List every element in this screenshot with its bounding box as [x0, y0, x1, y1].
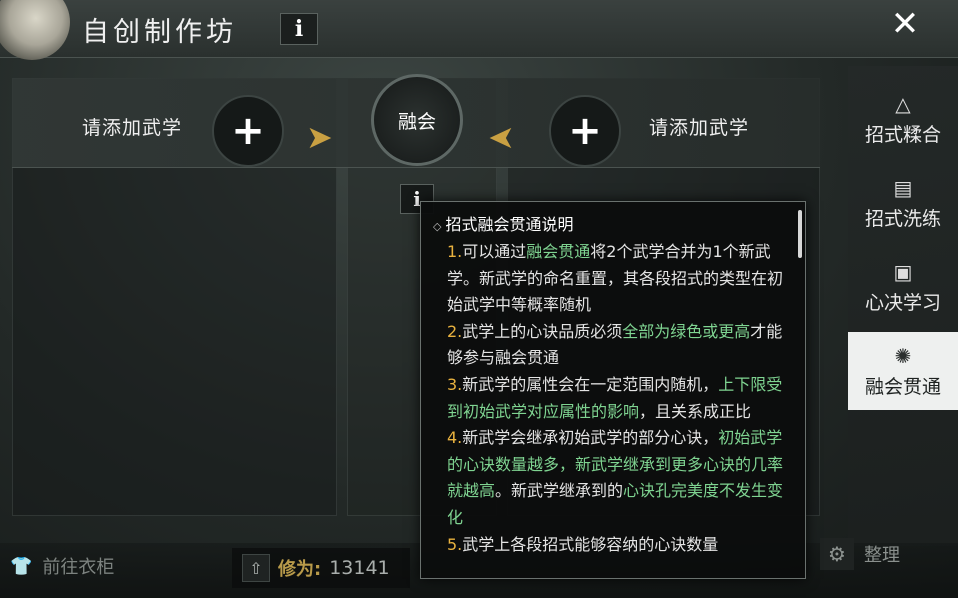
tooltip-paragraph: 1.可以通过融会贯通将2个武学合并为1个新武学。新武学的命名重置，其各段招式的类…: [433, 239, 787, 319]
scroll-add-icon: ▣: [893, 259, 913, 284]
nav-label: 融会贯通: [864, 375, 941, 398]
nav-label: 招式洗练: [864, 207, 941, 230]
cultivation-label: 修为:: [278, 559, 322, 580]
triangle-nodes-icon: △: [895, 91, 911, 116]
info-icon[interactable]: i: [280, 13, 318, 45]
nav-item-fusion[interactable]: ✺ 融会贯通: [848, 332, 958, 410]
highlight-text: 全部为绿色或更高: [622, 321, 751, 341]
tooltip-paragraph: 5.武学上各段招式能够容纳的心诀数量: [433, 532, 787, 559]
paragraph-number: 5.: [447, 534, 463, 554]
side-nav: △ 招式糅合 ▤ 招式洗练 ▣ 心决学习 ✺ 融会贯通: [848, 66, 958, 546]
gear-icon: ⚙: [820, 538, 854, 570]
scroll-icon: ▤: [893, 175, 913, 200]
organize-button[interactable]: ⚙ 整理: [820, 538, 900, 570]
right-slot-label: 请添加武学: [649, 117, 750, 139]
paragraph-number: 4.: [447, 428, 463, 448]
close-button[interactable]: ✕: [872, 0, 938, 48]
right-add-button[interactable]: +: [549, 95, 621, 167]
paragraph-text: 新武学的属性会在一定范围内随机，: [462, 374, 719, 394]
page-title: 自创制作坊: [82, 17, 237, 48]
organize-label: 整理: [864, 545, 900, 566]
paragraph-number: 1.: [447, 242, 463, 261]
cultivation-value: 13141: [329, 557, 390, 579]
cultivation-display: ⇧ 修为: 13141: [232, 548, 410, 588]
moon-emblem-icon: [0, 0, 70, 60]
shirt-icon: 👕: [10, 555, 33, 577]
paragraph-number: 2.: [447, 321, 463, 341]
nav-label: 招式糅合: [864, 123, 941, 146]
tooltip-body: 1.可以通过融会贯通将2个武学合并为1个新武学。新武学的命名重置，其各段招式的类…: [433, 239, 787, 558]
paragraph-text: 武学上的心诀品质必须: [462, 321, 623, 341]
tooltip-paragraph: 3.新武学的属性会在一定范围内随机，上下限受到初始武学对应属性的影响，且关系成正…: [433, 372, 787, 425]
paragraph-text: 。新武学继承到的: [495, 481, 624, 501]
fuse-button[interactable]: 融会: [371, 74, 463, 166]
paragraph-text: ，且关系成正比: [639, 401, 752, 421]
header-bar: 自创制作坊 i ✕: [0, 0, 958, 60]
nav-item-move-refine[interactable]: ▤ 招式洗练: [848, 164, 958, 242]
wardrobe-label: 前往衣柜: [42, 557, 115, 578]
tooltip-paragraph: 4.新武学会继承初始武学的部分心诀，初始武学的心诀数量越多，新武学继承到更多心诀…: [433, 425, 787, 531]
tooltip-paragraph: 2.武学上的心诀品质必须全部为绿色或更高才能够参与融会贯通: [433, 319, 787, 372]
paragraph-text: 可以通过: [462, 242, 527, 261]
nav-label: 心决学习: [864, 291, 941, 314]
left-slot-label: 请添加武学: [82, 117, 183, 139]
paragraph-text: 武学上各段招式能够容纳的心诀数量: [462, 534, 719, 554]
tooltip-title: ◇ 招式融会贯通说明: [433, 215, 574, 234]
highlight-text: 融会贯通: [526, 242, 591, 261]
paragraph-text: 新武学会继承初始武学的部分心诀，: [462, 428, 719, 448]
fusion-help-tooltip: ◇ 招式融会贯通说明 1.可以通过融会贯通将2个武学合并为1个新武学。新武学的命名…: [420, 201, 806, 579]
tooltip-scrollbar[interactable]: [798, 210, 802, 258]
left-arrow-icon: ➤: [488, 118, 515, 156]
nav-item-move-blend[interactable]: △ 招式糅合: [848, 80, 958, 158]
wardrobe-button[interactable]: 👕 前往衣柜: [10, 553, 114, 579]
paragraph-number: 3.: [447, 374, 463, 394]
diamond-bullet-icon: ◇: [433, 220, 442, 233]
nav-item-mind-learn[interactable]: ▣ 心决学习: [848, 248, 958, 326]
swirl-icon: ✺: [894, 343, 912, 368]
right-arrow-icon: ➤: [306, 118, 333, 156]
upgrade-arrow-icon: ⇧: [242, 554, 270, 582]
left-add-button[interactable]: +: [212, 95, 284, 167]
